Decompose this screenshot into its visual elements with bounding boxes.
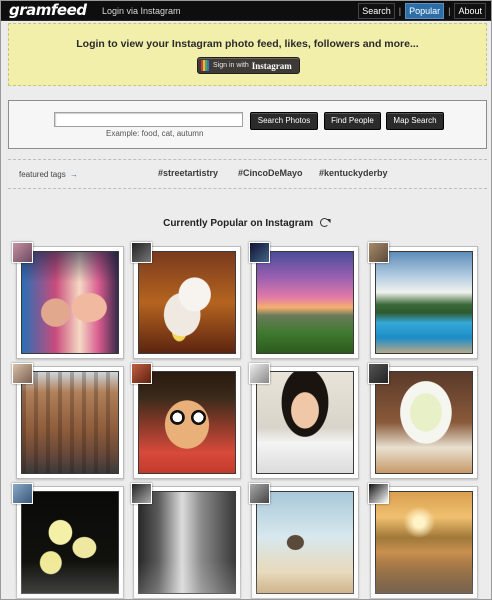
user-avatar[interactable] xyxy=(368,242,389,263)
search-example-text: Example: food, cat, autumn xyxy=(106,129,204,138)
login-via-instagram-link[interactable]: Login via Instagram xyxy=(102,1,181,21)
login-banner-text: Login to view your Instagram photo feed,… xyxy=(76,38,419,50)
instagram-icon xyxy=(201,60,209,71)
photo-image xyxy=(138,491,236,594)
user-avatar[interactable] xyxy=(12,483,33,504)
arrow-right-icon: → xyxy=(69,170,78,179)
search-panel: Example: food, cat, autumn Search Photos… xyxy=(8,100,487,149)
popular-heading: Currently Popular on Instagram xyxy=(1,218,491,229)
top-bar: gramfeed Login via Instagram Search | Po… xyxy=(1,1,491,21)
user-avatar[interactable] xyxy=(12,242,33,263)
photo-image xyxy=(138,251,236,354)
photo-image xyxy=(21,251,119,354)
instagram-wordmark: Instagram xyxy=(251,60,292,71)
user-avatar[interactable] xyxy=(249,242,270,263)
featured-tags-text: featured tags xyxy=(19,170,66,179)
tag-kentuckyderby[interactable]: #kentuckyderby xyxy=(319,168,388,178)
nav-separator: | xyxy=(448,6,451,16)
featured-tags-bar: featured tags → #streetartistry #CincoDe… xyxy=(8,159,487,189)
user-avatar[interactable] xyxy=(12,363,33,384)
photo-image xyxy=(256,251,354,354)
photo-image xyxy=(375,371,473,474)
photo-image xyxy=(375,251,473,354)
user-avatar[interactable] xyxy=(131,242,152,263)
top-nav: Search | Popular | About xyxy=(358,3,486,19)
find-people-button[interactable]: Find People xyxy=(324,112,381,130)
user-avatar[interactable] xyxy=(368,483,389,504)
user-avatar[interactable] xyxy=(131,363,152,384)
page-frame: gramfeed Login via Instagram Search | Po… xyxy=(0,0,492,600)
photo-image xyxy=(21,491,119,594)
nav-about[interactable]: About xyxy=(454,3,486,19)
photo-image xyxy=(375,491,473,594)
user-avatar[interactable] xyxy=(131,483,152,504)
login-banner: Login to view your Instagram photo feed,… xyxy=(8,23,487,86)
user-avatar[interactable] xyxy=(249,363,270,384)
sign-in-with-instagram-button[interactable]: Sign in with Instagram xyxy=(197,57,300,74)
search-input[interactable] xyxy=(54,112,243,127)
photo-image xyxy=(256,491,354,594)
map-search-button[interactable]: Map Search xyxy=(386,112,444,130)
photo-image xyxy=(256,371,354,474)
tag-streetartistry[interactable]: #streetartistry xyxy=(158,168,218,178)
gramfeed-logo[interactable]: gramfeed xyxy=(9,1,87,21)
user-avatar[interactable] xyxy=(368,363,389,384)
nav-search[interactable]: Search xyxy=(358,3,395,19)
user-avatar[interactable] xyxy=(249,483,270,504)
search-photos-button[interactable]: Search Photos xyxy=(250,112,318,130)
nav-popular[interactable]: Popular xyxy=(405,3,445,19)
tag-cincodemayo[interactable]: #CincoDeMayo xyxy=(238,168,303,178)
nav-separator: | xyxy=(398,6,402,16)
featured-tags-label: featured tags → xyxy=(19,170,78,179)
photo-image xyxy=(138,371,236,474)
refresh-icon[interactable] xyxy=(319,218,329,227)
sign-in-label: Sign in with xyxy=(213,62,249,69)
popular-heading-text: Currently Popular on Instagram xyxy=(163,218,314,229)
photo-image xyxy=(21,371,119,474)
